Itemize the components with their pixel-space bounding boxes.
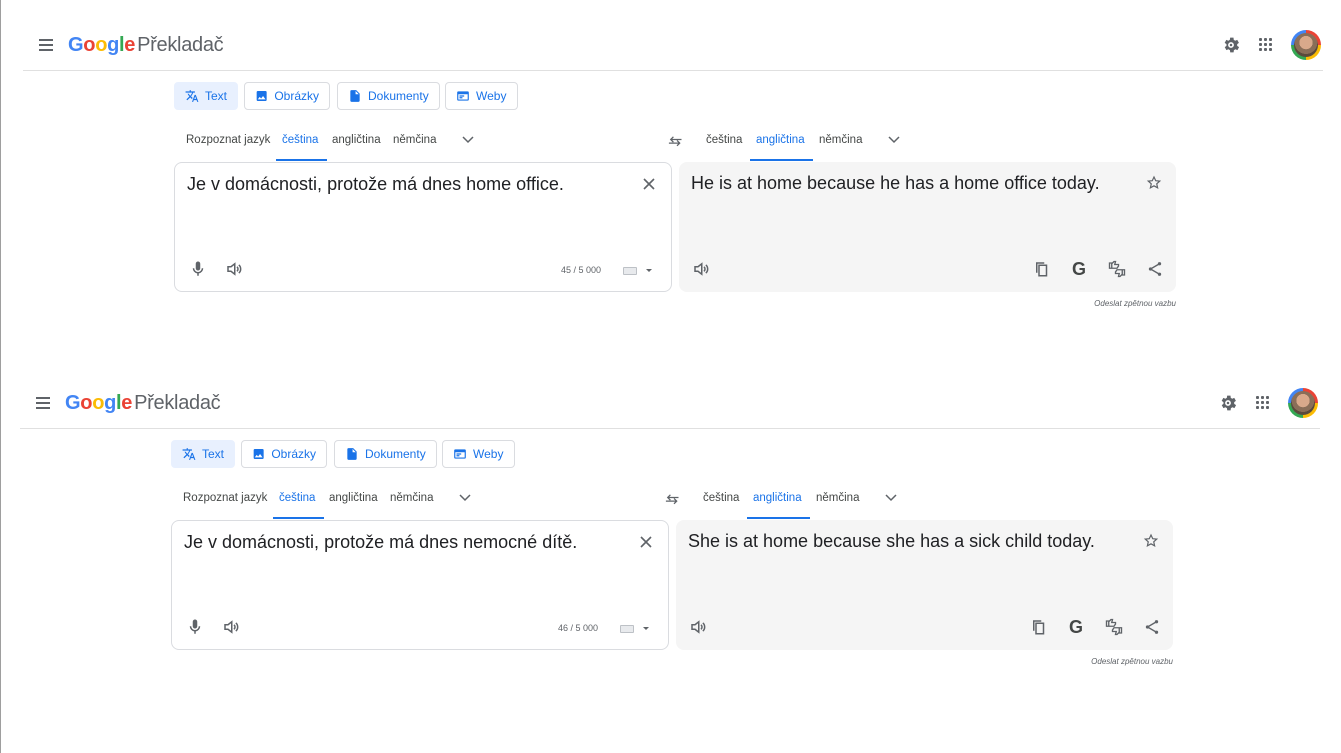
listen-translation-speaker-icon[interactable] <box>692 260 710 278</box>
lang-source-english[interactable]: angličtina <box>332 134 381 146</box>
translate-panel: Google Překladač Text Obrázky Dokumenty W… <box>20 380 1340 710</box>
keyboard-icon[interactable] <box>620 625 634 633</box>
header-divider <box>20 428 1320 429</box>
product-name: Překladač <box>134 392 221 414</box>
lang-source-czech[interactable]: čeština <box>279 492 315 504</box>
share-icon[interactable] <box>1146 260 1164 278</box>
image-icon <box>253 449 264 459</box>
keyboard-icon[interactable] <box>623 267 637 275</box>
lang-detect[interactable]: Rozpoznat jazyk <box>186 134 270 146</box>
google-apps-icon[interactable] <box>1259 38 1273 52</box>
google-search-g-icon[interactable]: G <box>1069 617 1083 638</box>
tab-documents[interactable]: Dokumenty <box>337 82 440 110</box>
character-count: 46 / 5 000 <box>558 623 599 633</box>
menu-icon[interactable] <box>36 397 50 409</box>
lang-source-german[interactable]: němčina <box>390 492 433 504</box>
tab-text[interactable]: Text <box>171 440 235 468</box>
product-name: Překladač <box>137 34 224 56</box>
source-text[interactable]: Je v domácnosti, protože má dnes nemocné… <box>184 532 577 553</box>
lang-detect[interactable]: Rozpoznat jazyk <box>183 492 267 504</box>
translate-icon <box>182 448 196 460</box>
source-more-languages-chevron-icon[interactable] <box>462 136 474 144</box>
save-translation-star-icon[interactable] <box>1146 175 1162 191</box>
character-count: 45 / 5 000 <box>561 265 602 275</box>
google-search-g-icon[interactable]: G <box>1072 259 1086 280</box>
lang-source-czech[interactable]: čeština <box>282 134 318 146</box>
swap-languages-icon[interactable] <box>665 493 681 507</box>
target-more-languages-chevron-icon[interactable] <box>888 136 900 144</box>
copy-translation-icon[interactable] <box>1033 260 1051 278</box>
settings-gear-icon[interactable] <box>1218 393 1238 413</box>
microphone-icon[interactable] <box>189 260 207 278</box>
target-selected-underline <box>750 159 813 161</box>
tab-documents[interactable]: Dokumenty <box>334 440 437 468</box>
source-more-languages-chevron-icon[interactable] <box>459 494 471 502</box>
send-feedback-link[interactable]: Odeslat zpětnou vazbu <box>23 299 1176 308</box>
copy-translation-icon[interactable] <box>1030 618 1048 636</box>
settings-gear-icon[interactable] <box>1221 35 1241 55</box>
source-text-area[interactable]: Je v domácnosti, protože má dnes nemocné… <box>171 520 669 650</box>
listen-speaker-icon[interactable] <box>222 618 240 636</box>
clear-text-close-icon[interactable] <box>642 177 656 191</box>
web-icon <box>457 91 469 101</box>
google-translate-logo[interactable]: Google Překladač <box>65 392 221 415</box>
google-apps-icon[interactable] <box>1256 396 1270 410</box>
lang-target-german[interactable]: němčina <box>819 134 862 146</box>
tab-text[interactable]: Text <box>174 82 238 110</box>
lang-target-english[interactable]: angličtina <box>756 134 805 146</box>
translation-output-area: She is at home because she has a sick ch… <box>676 520 1173 650</box>
listen-speaker-icon[interactable] <box>225 260 243 278</box>
translate-panel: Google Překladač Text Obrázky Dokumenty W… <box>23 22 1341 352</box>
source-text-area[interactable]: Je v domácnosti, protože má dnes home of… <box>174 162 672 292</box>
target-selected-underline <box>747 517 810 519</box>
swap-languages-icon[interactable] <box>668 135 684 149</box>
tab-websites[interactable]: Weby <box>445 82 518 110</box>
source-selected-underline <box>276 159 327 161</box>
lang-target-german[interactable]: němčina <box>816 492 859 504</box>
menu-icon[interactable] <box>39 39 53 51</box>
account-avatar[interactable] <box>1291 30 1321 60</box>
lang-source-english[interactable]: angličtina <box>329 492 378 504</box>
document-icon <box>350 90 360 102</box>
listen-translation-speaker-icon[interactable] <box>689 618 707 636</box>
source-selected-underline <box>273 517 324 519</box>
google-translate-logo[interactable]: Google Překladač <box>68 34 224 57</box>
account-avatar[interactable] <box>1288 388 1318 418</box>
send-feedback-link[interactable]: Odeslat zpětnou vazbu <box>20 657 1173 666</box>
clear-text-close-icon[interactable] <box>639 535 653 549</box>
header-divider <box>23 70 1323 71</box>
rate-translation-thumbs-icon[interactable] <box>1105 618 1123 636</box>
keyboard-dropdown-arrow-icon[interactable] <box>643 627 649 630</box>
save-translation-star-icon[interactable] <box>1143 533 1159 549</box>
window-left-border <box>0 0 1 753</box>
translated-text: She is at home because she has a sick ch… <box>688 531 1095 551</box>
lang-target-english[interactable]: angličtina <box>753 492 802 504</box>
keyboard-dropdown-arrow-icon[interactable] <box>646 269 652 272</box>
document-icon <box>347 448 357 460</box>
share-icon[interactable] <box>1143 618 1161 636</box>
translated-text: He is at home because he has a home offi… <box>691 173 1100 193</box>
translate-icon <box>185 90 199 102</box>
target-more-languages-chevron-icon[interactable] <box>885 494 897 502</box>
web-icon <box>454 449 466 459</box>
lang-source-german[interactable]: němčina <box>393 134 436 146</box>
tab-websites[interactable]: Weby <box>442 440 515 468</box>
microphone-icon[interactable] <box>186 618 204 636</box>
tab-images[interactable]: Obrázky <box>244 82 330 110</box>
lang-target-czech[interactable]: čeština <box>703 492 739 504</box>
translation-output-area: He is at home because he has a home offi… <box>679 162 1176 292</box>
lang-target-czech[interactable]: čeština <box>706 134 742 146</box>
rate-translation-thumbs-icon[interactable] <box>1108 260 1126 278</box>
tab-images[interactable]: Obrázky <box>241 440 327 468</box>
image-icon <box>256 91 267 101</box>
source-text[interactable]: Je v domácnosti, protože má dnes home of… <box>187 174 564 195</box>
